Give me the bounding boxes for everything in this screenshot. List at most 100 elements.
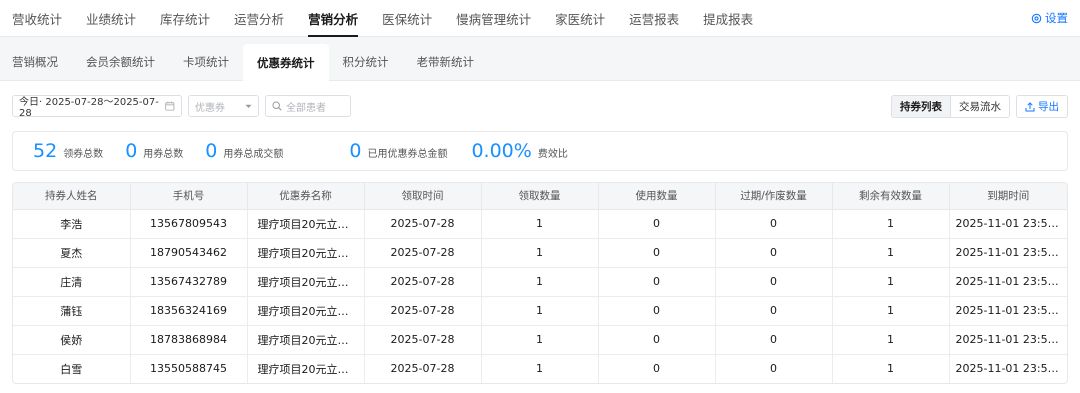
coupon-select[interactable]: 优惠券 — [188, 95, 259, 117]
stat-coupon-transaction-total: 0 用券总成交额 — [205, 140, 283, 162]
cell-received-time: 2025-07-28 — [364, 296, 482, 326]
stat-cost-efficiency: 0.00% 费效比 — [471, 140, 567, 162]
stat-label: 用券总成交额 — [223, 149, 284, 160]
gear-icon — [1031, 13, 1042, 23]
table-row[interactable]: 李浩 13567809543 理疗项目20元立减... 2025-07-28 1… — [13, 209, 1067, 239]
settings-label: 设置 — [1045, 11, 1068, 25]
settings-button[interactable]: 设置 — [1031, 0, 1068, 36]
subtab-marketing-overview[interactable]: 营销概况 — [0, 44, 72, 80]
cell-received-time: 2025-07-28 — [364, 325, 482, 355]
cell-expired-qty: 0 — [715, 267, 833, 297]
subtab-referral-stats[interactable]: 老带新统计 — [403, 44, 489, 80]
cell-expiry-time: 2025-11-01 23:59:591 — [949, 267, 1067, 297]
patient-search-input[interactable]: 全部患者 — [265, 95, 351, 117]
cell-used-qty: 0 — [598, 267, 716, 297]
cell-expired-qty: 0 — [715, 325, 833, 355]
header-expiry-time[interactable]: 到期时间 — [949, 183, 1067, 210]
stat-value: 0 — [125, 140, 138, 162]
stats-summary: 52 领券总数 0 用券总数 0 用券总成交额 0 已用优惠券总金额 0.00%… — [12, 131, 1068, 171]
stat-label: 费效比 — [537, 149, 568, 160]
tab-family-doctor[interactable]: 家医统计 — [555, 0, 605, 36]
cell-used-qty: 0 — [598, 209, 716, 239]
cell-expiry-time: 2025-11-01 23:59:59 — [955, 362, 1068, 376]
coupon-select-placeholder: 优惠券 — [195, 102, 225, 114]
cell-remaining-qty: 1 — [832, 238, 950, 268]
subtab-card-stats[interactable]: 卡项统计 — [169, 44, 243, 80]
header-coupon-name[interactable]: 优惠券名称 — [247, 183, 365, 210]
cell-holder-name: 夏杰 — [13, 238, 131, 268]
cell-coupon-name: 理疗项目20元立减... — [247, 325, 365, 355]
tab-inventory[interactable]: 库存统计 — [160, 0, 210, 36]
table-row[interactable]: 侯娇 18783868984 理疗项目20元立减... 2025-07-28 1… — [13, 325, 1067, 355]
tab-revenue[interactable]: 营收统计 — [12, 0, 62, 36]
table-row[interactable]: 夏杰 18790543462 理疗项目20元立减... 2025-07-28 1… — [13, 238, 1067, 268]
cell-used-qty: 0 — [598, 238, 716, 268]
cell-expiry-time: 2025-11-01 23:59:59 — [949, 296, 1067, 326]
export-label: 导出 — [1038, 101, 1059, 113]
view-controls: 持券列表 交易流水 导出 — [891, 95, 1068, 118]
cell-coupon-name: 理疗项目20元立减... — [247, 267, 365, 297]
coupon-holder-list-button[interactable]: 持券列表 — [892, 96, 951, 117]
cell-used-qty: 0 — [598, 325, 716, 355]
cell-remaining-qty: 1 — [832, 296, 950, 326]
transaction-flow-button[interactable]: 交易流水 — [951, 96, 1009, 117]
cell-phone: 13567809543 — [130, 209, 248, 239]
date-range-picker[interactable]: 今日· 2025-07-28～2025-07-28 — [12, 95, 182, 119]
export-button[interactable]: 导出 — [1016, 95, 1068, 118]
subtab-member-balance[interactable]: 会员余额统计 — [72, 44, 169, 80]
tab-chronic-disease[interactable]: 慢病管理统计 — [456, 0, 531, 36]
header-received-qty[interactable]: 领取数量 — [481, 183, 599, 210]
subtab-coupon-stats[interactable]: 优惠券统计 — [243, 44, 329, 81]
table-row[interactable]: 蒲钰 18356324169 理疗项目20元立减... 2025-07-28 1… — [13, 296, 1067, 326]
table-row[interactable]: 庄清 13567432789 理疗项目20元立减... 2025-07-28 1… — [13, 267, 1067, 297]
tab-marketing[interactable]: 营销分析 — [308, 0, 359, 37]
search-icon — [272, 101, 282, 111]
cell-remaining-qty: 1 — [832, 267, 950, 297]
cell-received-time: 2025-07-28 — [364, 238, 482, 268]
cell-expiry-time: 2025-11-01 23:59:59 — [949, 209, 1067, 239]
cell-expired-qty: 0 — [715, 296, 833, 326]
cell-phone: 18790543462 — [130, 238, 248, 268]
cell-received-qty: 1 — [481, 354, 599, 383]
cell-coupon-name: 理疗项目20元立减... — [247, 209, 365, 239]
header-used-qty[interactable]: 使用数量 — [598, 183, 716, 210]
header-expired-qty[interactable]: 过期/作废数量 — [715, 183, 833, 210]
cell-expired-qty: 0 — [715, 354, 833, 383]
cell-remaining-qty: 1 — [832, 325, 950, 355]
header-remaining-qty[interactable]: 剩余有效数量 — [832, 183, 950, 210]
cell-expired-qty: 0 — [715, 209, 833, 239]
cell-coupon-name: 理疗项目20元立减... — [247, 354, 365, 383]
top-nav: 营收统计 业绩统计 库存统计 运营分析 营销分析 医保统计 慢病管理统计 家医统… — [0, 0, 1080, 37]
stat-value: 0.00% — [471, 140, 532, 162]
tab-commission-report[interactable]: 提成报表 — [703, 0, 753, 36]
subtab-points-stats[interactable]: 积分统计 — [329, 44, 403, 80]
header-phone[interactable]: 手机号 — [130, 183, 248, 210]
sub-nav: 营销概况 会员余额统计 卡项统计 优惠券统计 积分统计 老带新统计 — [0, 37, 1080, 81]
stat-label: 已用优惠券总金额 — [367, 149, 448, 160]
cell-received-qty: 1 — [481, 296, 599, 326]
date-range-value: 今日· 2025-07-28～2025-07-28 — [19, 97, 159, 119]
tab-medical-insurance[interactable]: 医保统计 — [382, 0, 432, 36]
table-row[interactable]: 白雪 13550588745 理疗项目20元立减... 2025-07-28 1… — [13, 354, 1067, 383]
tab-operations[interactable]: 运营分析 — [234, 0, 284, 36]
cell-received-time: 2025-07-28 — [364, 209, 482, 239]
tab-performance[interactable]: 业绩统计 — [86, 0, 136, 36]
header-holder-name[interactable]: 持券人姓名 — [13, 183, 131, 210]
table-header-row: 持券人姓名 手机号 优惠券名称 领取时间 领取数量 使用数量 过期/作废数量 剩… — [13, 183, 1067, 210]
cell-expired-qty: 0 — [715, 238, 833, 268]
cell-phone: 18783868984 — [130, 325, 248, 355]
tab-operation-report[interactable]: 运营报表 — [629, 0, 679, 36]
cell-coupon-name: 理疗项目20元立减... — [247, 296, 365, 326]
cell-used-qty: 0 — [598, 296, 716, 326]
stat-label: 用券总数 — [143, 149, 184, 160]
cell-phone: 13550588745 — [130, 354, 248, 383]
export-icon — [1025, 101, 1035, 111]
stat-label: 领券总数 — [63, 149, 104, 160]
cell-remaining-qty: 1 — [832, 354, 950, 383]
cell-received-qty: 1 — [481, 209, 599, 239]
stat-used-coupon-amount: 0 已用优惠券总金额 — [349, 140, 447, 162]
cell-holder-name: 李浩 — [13, 209, 131, 239]
cell-expiry-time: 2025-11-01 23:59:59 — [949, 325, 1067, 355]
cell-expiry-time: 2025-11-01 23:59:59 — [949, 238, 1067, 268]
header-received-time[interactable]: 领取时间 — [364, 183, 482, 210]
